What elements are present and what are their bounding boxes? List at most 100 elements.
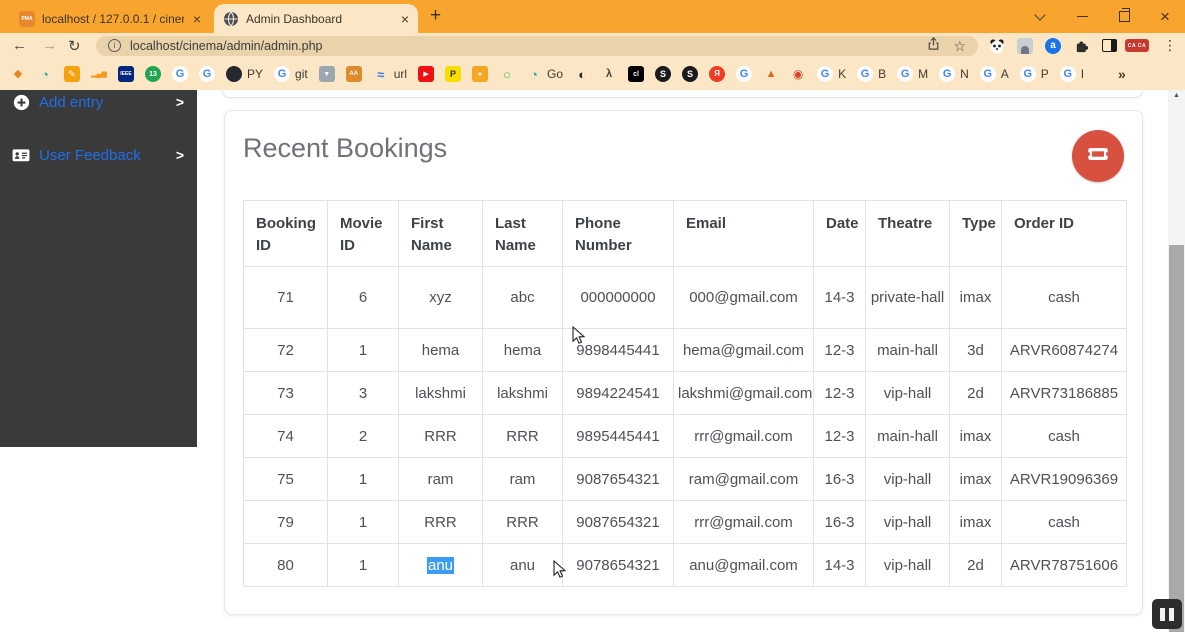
panda-icon[interactable] [986, 33, 1008, 58]
bookmark-item[interactable]: ◔ [37, 66, 53, 82]
yellow-p-icon: P [445, 66, 461, 82]
bookmark-star-icon[interactable]: ☆ [953, 39, 966, 53]
cell: 2 [328, 415, 399, 458]
cell: imax [950, 267, 1002, 329]
bookmark-item[interactable]: GB [857, 66, 886, 82]
eagle-icon: ◐ [574, 66, 590, 82]
pause-overlay-button[interactable] [1152, 599, 1182, 629]
bookmark-item[interactable]: ○ [499, 66, 515, 82]
cell: vip-hall [866, 458, 950, 501]
bookmark-item[interactable]: ◐ [574, 66, 590, 82]
bookmark-item[interactable]: GP [1020, 66, 1049, 82]
cell: 75 [244, 458, 328, 501]
new-tab-button[interactable]: + [430, 5, 441, 27]
bookmark-item[interactable]: ▼ [319, 66, 335, 82]
bookmark-item[interactable]: Я [709, 66, 725, 82]
bookmarks-overflow-icon[interactable]: » [1118, 58, 1126, 90]
bookmark-item[interactable]: AA [346, 66, 362, 82]
scrollbar-thumb[interactable] [1169, 245, 1184, 632]
bookmark-item[interactable]: ◆ [10, 66, 26, 82]
column-header: Theatre [866, 201, 950, 267]
bookmark-item[interactable]: 13 [145, 66, 161, 82]
column-header: Order ID [1002, 201, 1127, 267]
table-row: 716xyzabc000000000000@gmail.com14-3priva… [244, 267, 1127, 329]
bookmark-item[interactable]: S [655, 66, 671, 82]
google-icon: G [736, 66, 752, 82]
browser-menu-icon[interactable]: ⋮ [1158, 33, 1182, 58]
forward-button[interactable]: → [42, 33, 57, 58]
cell: anu [483, 544, 563, 587]
cell: vip-hall [866, 544, 950, 587]
bookmark-item[interactable]: Ggit [274, 66, 308, 82]
cell: 3 [328, 372, 399, 415]
bookmark-item[interactable]: GM [897, 66, 928, 82]
column-header: First Name [399, 201, 483, 267]
puzzle-icon[interactable] [1070, 33, 1092, 58]
cell: 1 [328, 458, 399, 501]
close-tab-icon[interactable]: × [401, 12, 409, 26]
bookmark-item[interactable]: ≈url [373, 66, 407, 82]
scroll-up-icon[interactable]: ▲ [1168, 92, 1185, 99]
bookmark-item[interactable]: G [736, 66, 752, 82]
cell: ram@gmail.com [674, 458, 814, 501]
cell: main-hall [866, 415, 950, 458]
bookmark-item[interactable]: G [199, 66, 215, 82]
bookmark-item[interactable]: IEEE [118, 66, 134, 82]
close-window-button[interactable]: × [1150, 0, 1180, 33]
profile-icon[interactable] [1014, 33, 1036, 58]
tab-phpmyadmin[interactable]: PMA localhost / 127.0.0.1 / cinema_db × [10, 4, 210, 33]
sidebar-item-user-feedback[interactable]: User Feedback > [0, 144, 197, 166]
site-info-icon[interactable]: i [108, 39, 121, 52]
google-icon: G [980, 66, 996, 82]
reading-list-icon[interactable] [1098, 33, 1120, 58]
tab-strip: PMA localhost / 127.0.0.1 / cinema_db × … [0, 0, 1185, 33]
a-badge-icon[interactable]: a [1042, 33, 1064, 58]
tab-admin-dashboard[interactable]: Admin Dashboard × [214, 4, 418, 33]
bookmark-item[interactable]: λ [601, 66, 617, 82]
sidebar-item-label: Add entry [39, 94, 103, 111]
bookmark-item[interactable]: ✎ [64, 66, 80, 82]
bookmark-item[interactable]: PY [226, 66, 263, 82]
maximize-restore-button[interactable] [1110, 0, 1138, 33]
bookmark-item[interactable]: ◔Go [526, 66, 563, 82]
runner-icon: λ [601, 66, 617, 82]
chevron-down-icon[interactable] [1026, 0, 1054, 33]
cell: 74 [244, 415, 328, 458]
bookings-button[interactable] [1072, 130, 1124, 182]
bookmark-item[interactable]: ● [472, 66, 488, 82]
url-text[interactable]: localhost/cinema/admin/admin.php [130, 39, 322, 53]
cell: lakshmi@gmail.com [674, 372, 814, 415]
bookmark-item[interactable]: ▶ [418, 66, 434, 82]
bookmark-item[interactable]: G [172, 66, 188, 82]
column-header: Email [674, 201, 814, 267]
bookmark-item[interactable]: P [445, 66, 461, 82]
camera-icon: ● [472, 66, 488, 82]
bookmark-item[interactable]: GK [817, 66, 846, 82]
table-row: 742RRRRRR9895445441rrr@gmail.com12-3main… [244, 415, 1127, 458]
back-button[interactable]: ← [12, 33, 27, 58]
reload-button[interactable]: ↻ [68, 33, 81, 58]
bookmark-item[interactable]: ▂▄▆ [91, 66, 107, 82]
sidebar-item-add-entry[interactable]: Add entry > [0, 91, 197, 113]
bookmark-item[interactable]: S [682, 66, 698, 82]
orange-diamond-icon: ◆ [10, 66, 26, 82]
bookmark-item[interactable]: GA [980, 66, 1009, 82]
bookmark-item[interactable]: GN [939, 66, 969, 82]
s-circle-icon: S [655, 66, 671, 82]
address-bar[interactable]: i localhost/cinema/admin/admin.php ☆ [96, 36, 978, 56]
page-scrollbar[interactable]: ▲ [1168, 90, 1185, 632]
recent-bookings-card: Recent Bookings Booking IDMovie IDFirst … [224, 110, 1143, 615]
bookmark-item[interactable]: GI [1060, 66, 1084, 82]
ticket-icon [1085, 141, 1111, 172]
cell: RRR [483, 415, 563, 458]
cell: vip-hall [866, 372, 950, 415]
red-badge-icon[interactable]: CA CA [1122, 33, 1152, 58]
share-icon[interactable] [926, 36, 941, 56]
bookmark-item[interactable]: ◉ [790, 66, 806, 82]
close-tab-icon[interactable]: × [193, 12, 201, 26]
minimize-button[interactable] [1068, 0, 1096, 33]
bookmark-item[interactable]: ▲ [763, 66, 779, 82]
wave-icon: ≈ [373, 66, 389, 82]
cell: imax [950, 458, 1002, 501]
bookmark-item[interactable]: cl [628, 66, 644, 82]
